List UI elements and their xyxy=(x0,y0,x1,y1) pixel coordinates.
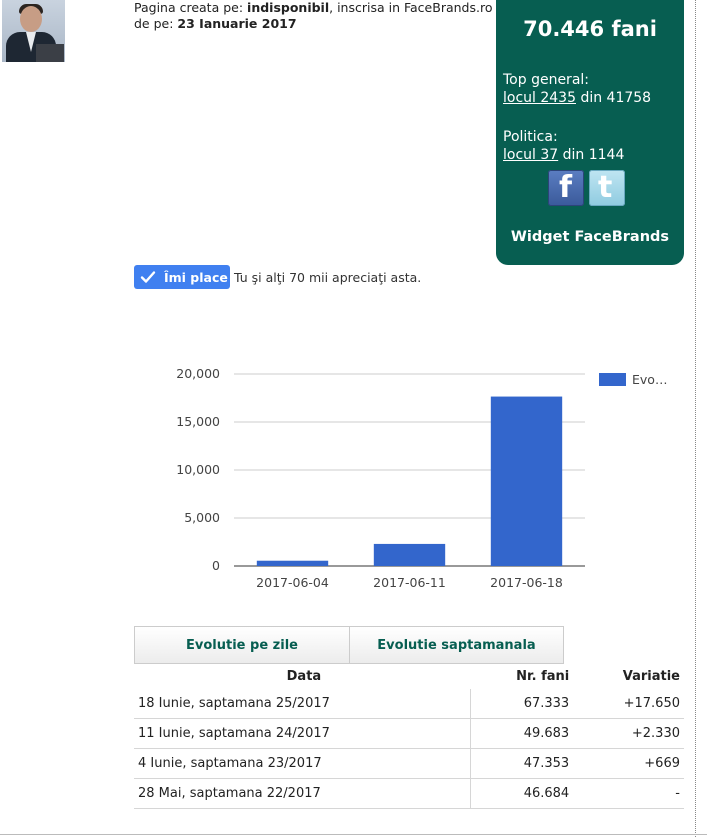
chart-y-ticks: 0 5,000 10,000 15,000 20,000 xyxy=(176,366,220,573)
profile-avatar[interactable] xyxy=(2,0,65,62)
cell-fans: 47.353 xyxy=(470,748,578,779)
cell-date: 4 Iunie, saptamana 23/2017 xyxy=(134,748,471,779)
column-header-date: Data xyxy=(286,668,322,684)
tab-daily-evolution[interactable]: Evolutie pe zile xyxy=(135,627,349,663)
category-label: Politica: xyxy=(503,129,558,145)
creator-name: indisponibil xyxy=(247,0,330,15)
table-header-row: Data Nr. fani Variatie xyxy=(134,663,684,689)
checkmark-icon xyxy=(140,271,156,283)
widget-title[interactable]: Widget FaceBrands xyxy=(496,229,684,245)
creation-line: Pagina creata pe: indisponibil, inscrisa… xyxy=(134,0,493,15)
y-tick-label: 5,000 xyxy=(184,510,220,525)
x-tick-label: 2017-06-18 xyxy=(490,575,563,590)
top-general-label: Top general: xyxy=(503,72,590,88)
x-tick-label: 2017-06-11 xyxy=(373,575,446,590)
table-row: 11 Iunie, saptamana 24/2017 49.683 +2.33… xyxy=(134,718,684,749)
legend-label: Evo… xyxy=(632,372,667,387)
table-row: 28 Mai, saptamana 22/2017 46.684 - xyxy=(134,778,684,809)
page-meta: Pagina creata pe: indisponibil, inscrisa… xyxy=(134,0,492,32)
twitter-icon[interactable]: t xyxy=(589,170,625,206)
like-button-label: Îmi place xyxy=(164,269,228,285)
facebrands-widget: 70.446 fani Top general: locul 2435 din … xyxy=(496,0,684,265)
page-bottom-border xyxy=(0,834,707,835)
bar-2017-06-11[interactable] xyxy=(373,543,446,566)
like-button[interactable]: Îmi place xyxy=(134,265,230,289)
top-general-rank-link[interactable]: locul 2435 xyxy=(503,90,576,106)
weekly-fans-chart: 05,00010,00015,00020,000 2017-06-04 2017-… xyxy=(176,366,667,590)
fan-count: 70.446 fani xyxy=(523,17,657,41)
table-row: 4 Iunie, saptamana 23/2017 47.353 +669 xyxy=(134,748,684,779)
bar-2017-06-04[interactable] xyxy=(256,560,329,566)
chart-legend[interactable]: Evo… xyxy=(599,372,667,387)
y-tick-label: 10,000 xyxy=(176,462,220,477)
bar-2017-06-18[interactable] xyxy=(490,396,563,566)
facebook-icon[interactable]: f xyxy=(548,170,584,206)
tab-weekly-evolution[interactable]: Evolutie saptamanala xyxy=(349,627,563,663)
evolution-tabs: Evolutie pe zile Evolutie saptamanala xyxy=(134,626,564,664)
top-general-rank-line: locul 2435 din 41758 xyxy=(503,90,652,106)
cell-variation: +2.330 xyxy=(577,718,684,749)
cell-variation: - xyxy=(577,778,684,809)
cell-date: 18 Iunie, saptamana 25/2017 xyxy=(134,689,471,719)
legend-swatch xyxy=(599,373,626,386)
table-row: 18 Iunie, saptamana 25/2017 67.333 +17.6… xyxy=(134,689,684,719)
category-rank-link[interactable]: locul 37 xyxy=(503,147,558,163)
page-right-border xyxy=(695,0,696,837)
x-tick-label: 2017-06-04 xyxy=(256,575,329,590)
y-tick-label: 15,000 xyxy=(176,414,220,429)
like-social-text: Tu şi alţi 70 mii apreciaţi asta. xyxy=(234,270,422,285)
chart-x-ticks: 2017-06-04 2017-06-11 2017-06-18 xyxy=(256,575,563,590)
cell-variation: +17.650 xyxy=(577,689,684,719)
creation-date: 23 Ianuarie 2017 xyxy=(177,16,297,31)
cell-date: 28 Mai, saptamana 22/2017 xyxy=(134,778,471,809)
cell-fans: 49.683 xyxy=(470,718,578,749)
cell-date: 11 Iunie, saptamana 24/2017 xyxy=(134,718,471,749)
column-header-fans: Nr. fani xyxy=(516,668,570,684)
cell-variation: +669 xyxy=(577,748,684,779)
date-line: de pe: 23 Ianuarie 2017 xyxy=(134,16,297,31)
y-tick-label: 0 xyxy=(212,558,220,573)
category-rank-line: locul 37 din 1144 xyxy=(503,147,625,163)
y-tick-label: 20,000 xyxy=(176,366,220,381)
cell-fans: 67.333 xyxy=(470,689,578,719)
weekly-fans-table: Data Nr. fani Variatie 18 Iunie, saptama… xyxy=(134,663,684,809)
column-header-variation: Variatie xyxy=(622,668,680,684)
cell-fans: 46.684 xyxy=(470,778,578,809)
